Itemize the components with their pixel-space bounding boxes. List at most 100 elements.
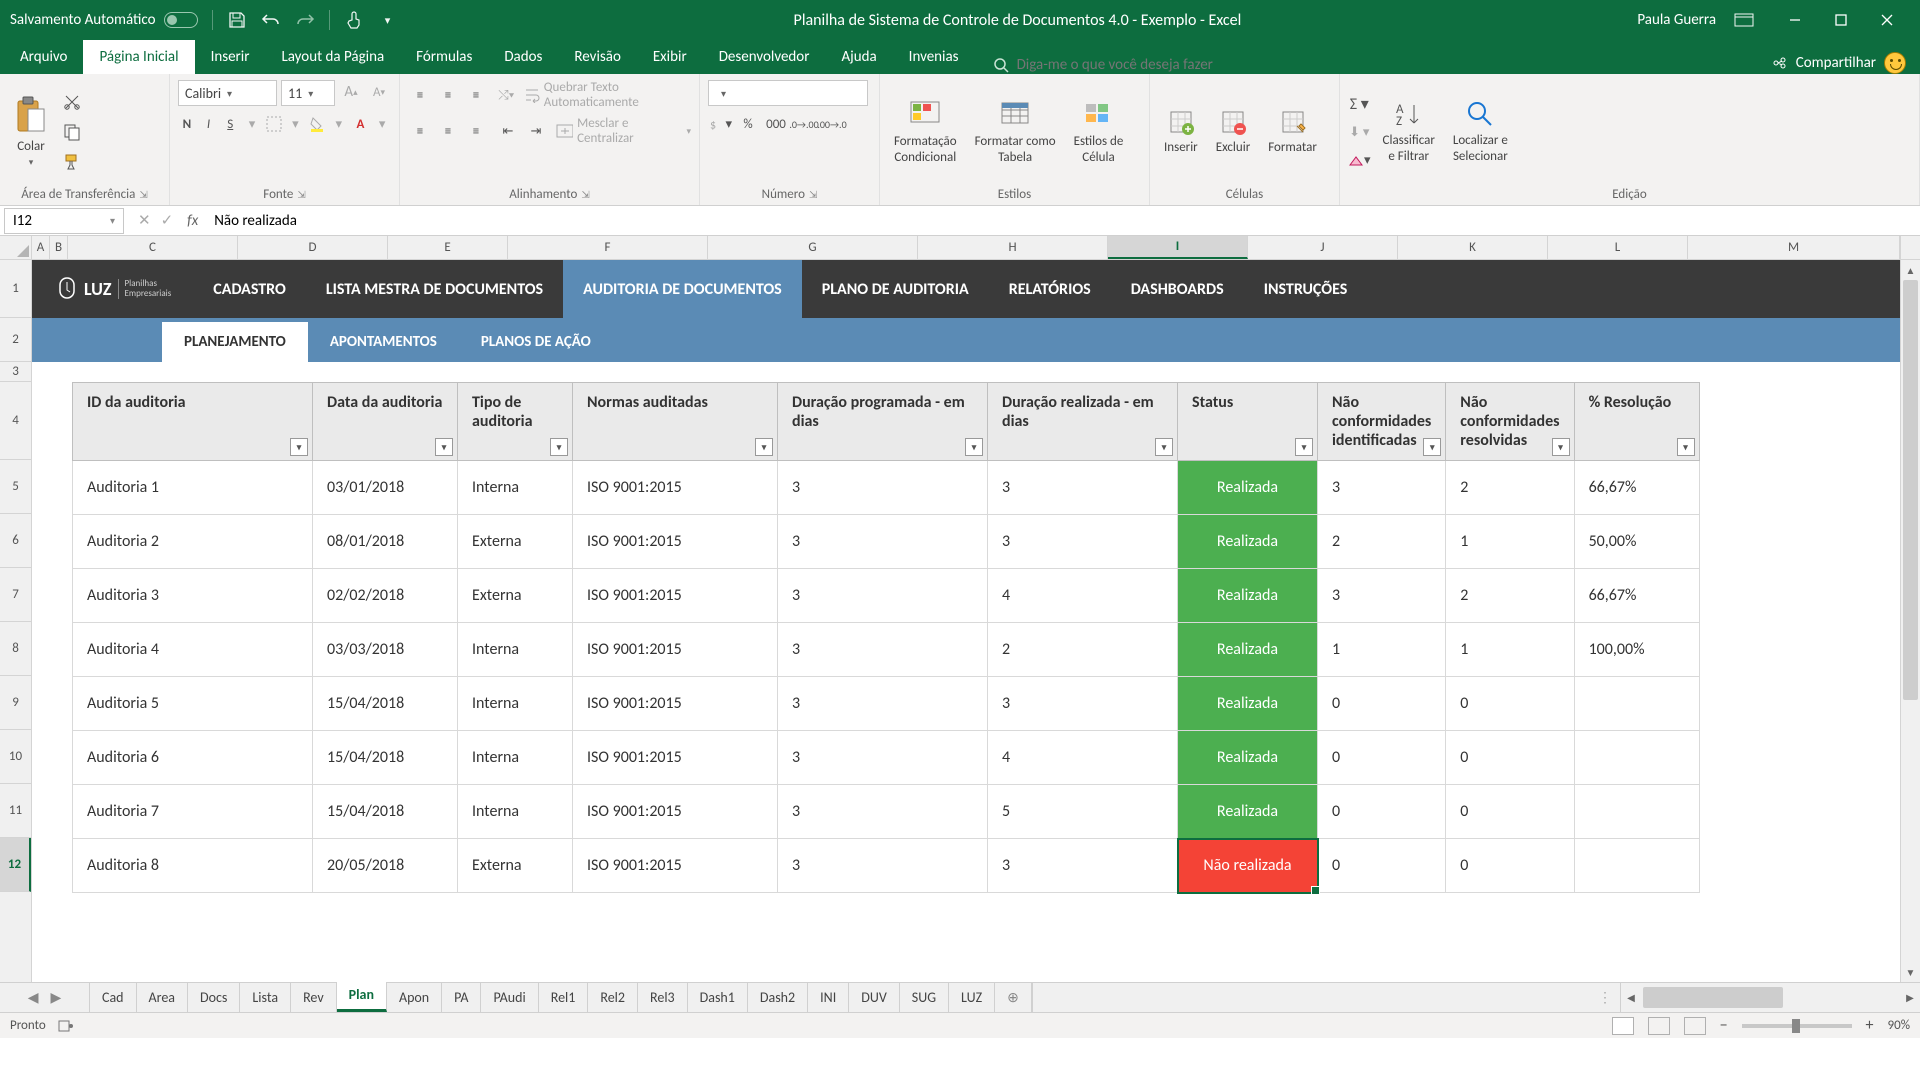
format-cells-button[interactable]: Formatar (1262, 104, 1323, 160)
row-header-4[interactable]: 4 (0, 382, 31, 460)
table-header[interactable]: % Resolução▾ (1574, 383, 1699, 461)
cell[interactable]: Interna (458, 677, 573, 731)
table-row[interactable]: Auditoria 615/04/2018InternaISO 9001:201… (73, 731, 1700, 785)
share-button[interactable]: Compartilhar (1796, 54, 1876, 72)
table-header[interactable]: Duração realizada - em dias▾ (988, 383, 1178, 461)
autosave-toggle[interactable]: Salvamento Automático (10, 11, 198, 29)
filter-icon[interactable]: ▾ (965, 438, 983, 456)
clear-icon[interactable]: ▾ (1348, 148, 1371, 172)
cell[interactable]: 100,00% (1574, 623, 1699, 677)
underline-button[interactable]: S (221, 112, 239, 136)
row-header-10[interactable]: 10 (0, 730, 31, 784)
cell[interactable]: ISO 9001:2015 (573, 839, 778, 893)
paste-button[interactable]: Colar▾ (8, 91, 54, 173)
horizontal-scrollbar[interactable]: ◀ ▶ (1620, 983, 1920, 1012)
dialog-launcher-icon[interactable]: ⇲ (139, 188, 147, 201)
cell[interactable]: Realizada (1178, 515, 1318, 569)
cell[interactable]: Realizada (1178, 731, 1318, 785)
cell[interactable]: 0 (1318, 785, 1446, 839)
cell[interactable]: Auditoria 8 (73, 839, 313, 893)
align-left-icon[interactable]: ≡ (408, 119, 432, 143)
save-icon[interactable] (227, 10, 247, 30)
table-row[interactable]: Auditoria 515/04/2018InternaISO 9001:201… (73, 677, 1700, 731)
orientation-icon[interactable]: ⤭▾ (496, 83, 516, 107)
align-right-icon[interactable]: ≡ (464, 119, 488, 143)
sheet-tab-docs[interactable]: Docs (188, 983, 240, 1012)
filter-icon[interactable]: ▾ (1552, 438, 1570, 456)
table-row[interactable]: Auditoria 302/02/2018ExternaISO 9001:201… (73, 569, 1700, 623)
ribbon-tab-revisão[interactable]: Revisão (558, 40, 636, 74)
scroll-right-button[interactable]: ▶ (1900, 983, 1920, 1012)
merge-button[interactable]: Mesclar e Centralizar▾ (556, 116, 691, 146)
filter-icon[interactable]: ▾ (1295, 438, 1313, 456)
row-header-11[interactable]: 11 (0, 784, 31, 838)
cell[interactable]: 3 (778, 569, 988, 623)
cell[interactable]: Externa (458, 515, 573, 569)
format-painter-icon[interactable] (60, 150, 84, 174)
cell[interactable]: 08/01/2018 (313, 515, 458, 569)
cell[interactable]: ISO 9001:2015 (573, 785, 778, 839)
column-header-B[interactable]: B (50, 236, 68, 259)
column-header-D[interactable]: D (238, 236, 388, 259)
cell[interactable]: Auditoria 5 (73, 677, 313, 731)
cell[interactable]: 2 (1446, 569, 1574, 623)
italic-button[interactable]: I (200, 112, 218, 136)
cell[interactable]: Interna (458, 623, 573, 677)
find-select-button[interactable]: Localizar e Selecionar (1447, 95, 1514, 168)
minimize-button[interactable] (1772, 0, 1818, 40)
cell[interactable]: Externa (458, 569, 573, 623)
user-name[interactable]: Paula Guerra (1637, 11, 1716, 29)
cell[interactable]: Auditoria 7 (73, 785, 313, 839)
cell[interactable]: ISO 9001:2015 (573, 731, 778, 785)
cell[interactable]: 2 (988, 623, 1178, 677)
cell[interactable]: 3 (988, 461, 1178, 515)
nav-tab-instruções[interactable]: INSTRUÇÕES (1244, 260, 1368, 318)
table-header[interactable]: Status▾ (1178, 383, 1318, 461)
name-box[interactable]: I12▾ (4, 208, 124, 234)
sheet-tab-rev[interactable]: Rev (291, 983, 337, 1012)
subnav-tab-planejamento[interactable]: PLANEJAMENTO (162, 322, 308, 362)
align-bottom-icon[interactable]: ≡ (464, 83, 488, 107)
insert-cells-button[interactable]: Inserir (1158, 104, 1204, 160)
cell[interactable]: 0 (1318, 677, 1446, 731)
cell[interactable]: 3 (778, 839, 988, 893)
sheet-tab-rel1[interactable]: Rel1 (539, 983, 589, 1012)
row-header-1[interactable]: 1 (0, 260, 31, 318)
fx-icon[interactable]: fx (187, 212, 208, 230)
cell[interactable]: 3 (1318, 569, 1446, 623)
cell-styles-button[interactable]: Estilos de Célula (1068, 94, 1130, 169)
nav-tab-auditoria-de-documentos[interactable]: AUDITORIA DE DOCUMENTOS (563, 260, 802, 318)
align-center-icon[interactable]: ≡ (436, 119, 460, 143)
zoom-in-button[interactable]: + (1866, 1016, 1874, 1035)
filter-icon[interactable]: ▾ (550, 438, 568, 456)
cut-icon[interactable] (60, 90, 84, 114)
nav-tab-relatórios[interactable]: RELATÓRIOS (989, 260, 1111, 318)
grid-area[interactable]: LUZ Planilhas Empresariais CADASTROLISTA… (32, 260, 1900, 982)
sort-filter-button[interactable]: AZClassificar e Filtrar (1377, 95, 1441, 168)
cell[interactable]: Realizada (1178, 569, 1318, 623)
filter-icon[interactable]: ▾ (435, 438, 453, 456)
cell[interactable]: 03/03/2018 (313, 623, 458, 677)
dialog-launcher-icon[interactable]: ⇲ (581, 188, 589, 201)
font-name-combo[interactable]: Calibri▾ (178, 80, 277, 106)
cell[interactable]: 3 (778, 515, 988, 569)
copy-icon[interactable] (60, 120, 84, 144)
cell[interactable]: Auditoria 6 (73, 731, 313, 785)
dialog-launcher-icon[interactable]: ⇲ (809, 188, 817, 201)
cell[interactable]: 4 (988, 569, 1178, 623)
redo-icon[interactable] (295, 10, 315, 30)
cell[interactable]: 0 (1446, 731, 1574, 785)
zoom-level[interactable]: 90% (1888, 1018, 1910, 1033)
filter-icon[interactable]: ▾ (1423, 438, 1441, 456)
cell[interactable] (1574, 839, 1699, 893)
ribbon-tab-página-inicial[interactable]: Página Inicial (83, 40, 194, 74)
column-header-M[interactable]: M (1688, 236, 1900, 259)
tab-nav-prev-icon[interactable]: ◀ (28, 989, 39, 1006)
cell[interactable]: 1 (1446, 515, 1574, 569)
cell[interactable]: ISO 9001:2015 (573, 515, 778, 569)
cell[interactable]: 3 (778, 677, 988, 731)
normal-view-button[interactable] (1612, 1017, 1634, 1035)
column-header-I[interactable]: I (1108, 236, 1248, 259)
comma-icon[interactable]: 000 (764, 112, 788, 136)
table-row[interactable]: Auditoria 208/01/2018ExternaISO 9001:201… (73, 515, 1700, 569)
